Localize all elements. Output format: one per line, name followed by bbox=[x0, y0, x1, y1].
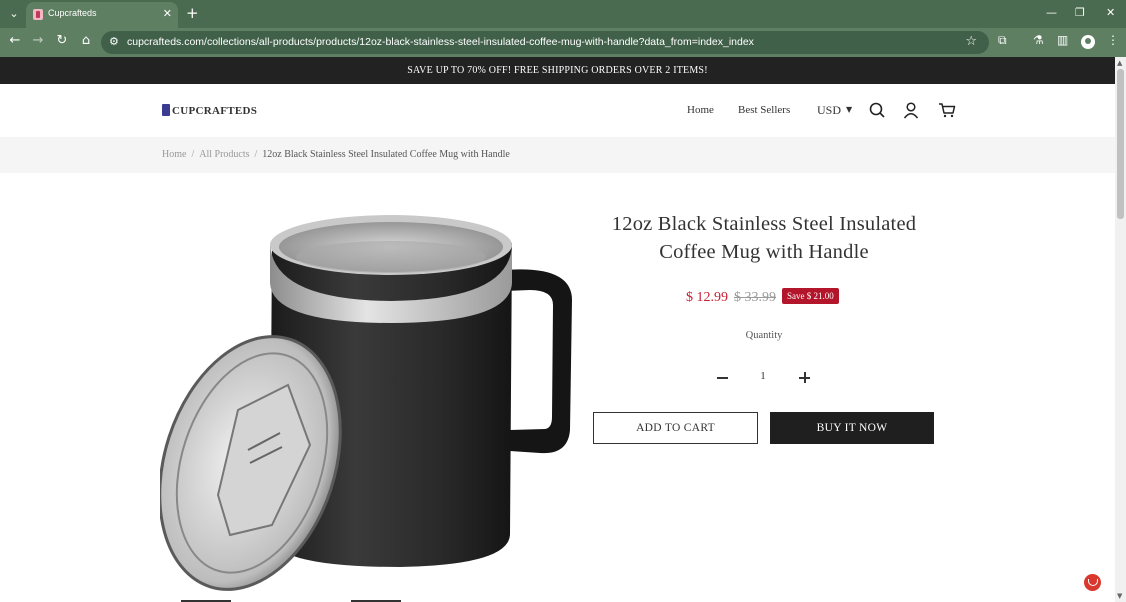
profile-avatar[interactable] bbox=[1081, 35, 1095, 49]
side-panel-icon[interactable]: ▥ bbox=[1057, 33, 1068, 47]
currency-selector[interactable]: USD ▼ bbox=[817, 103, 852, 118]
chat-widget-icon[interactable] bbox=[1084, 574, 1101, 591]
extensions-icon[interactable]: ⧉ bbox=[998, 33, 1007, 48]
price-row: $ 12.99 $ 33.99 Save $ 21.00 bbox=[686, 288, 839, 306]
sale-price: $ 12.99 bbox=[686, 290, 728, 305]
minimize-icon[interactable]: — bbox=[1046, 6, 1057, 19]
scroll-up-icon[interactable]: ▲ bbox=[1117, 59, 1122, 67]
scroll-thumb[interactable] bbox=[1117, 69, 1124, 219]
cart-icon[interactable] bbox=[938, 101, 956, 119]
new-tab-icon[interactable]: + bbox=[186, 4, 199, 22]
account-icon[interactable] bbox=[902, 101, 920, 119]
browser-tab-bar: ⌄ Cupcrafteds ✕ + — ❐ ✕ bbox=[0, 0, 1126, 28]
favicon-icon bbox=[33, 9, 43, 20]
product-image[interactable] bbox=[160, 205, 580, 602]
breadcrumb-all-products-link[interactable]: All Products bbox=[199, 149, 249, 160]
quantity-increase-button[interactable] bbox=[795, 368, 815, 388]
site-logo[interactable]: CUPCRAFTEDS bbox=[162, 104, 257, 117]
browser-toolbar: ← → ↻ ⌂ ⚙ cupcrafteds.com/collections/al… bbox=[0, 28, 1126, 57]
breadcrumb: Home / All Products / 12oz Black Stainless S… bbox=[162, 149, 510, 160]
search-icon[interactable] bbox=[868, 101, 886, 119]
nav-home-link[interactable]: Home bbox=[687, 104, 714, 116]
tab-search-icon[interactable]: ⌄ bbox=[4, 5, 24, 23]
nav-best-sellers-link[interactable]: Best Sellers bbox=[738, 104, 790, 116]
page-scrollbar[interactable]: ▲ ▼ bbox=[1115, 57, 1126, 602]
quantity-label: Quantity bbox=[745, 330, 783, 341]
breadcrumb-separator: / bbox=[254, 149, 258, 160]
buy-it-now-button[interactable]: BUY IT NOW bbox=[770, 412, 934, 444]
site-info-icon[interactable]: ⚙ bbox=[109, 35, 119, 48]
caret-down-icon: ▼ bbox=[846, 105, 853, 114]
url-text[interactable]: cupcrafteds.com/collections/all-products… bbox=[127, 36, 754, 48]
site-header: CUPCRAFTEDS Home Best Sellers USD ▼ bbox=[0, 84, 1115, 137]
product-title: 12oz Black Stainless Steel Insulated Cof… bbox=[611, 213, 917, 263]
restore-icon[interactable]: ❐ bbox=[1075, 6, 1085, 19]
breadcrumb-bar: Home / All Products / 12oz Black Stainless S… bbox=[0, 137, 1115, 173]
announcement-bar: SAVE UP TO 70% OFF! FREE SHIPPING ORDERS… bbox=[0, 57, 1115, 84]
logo-text: CUPCRAFTEDS bbox=[172, 105, 258, 117]
tab-title: Cupcrafteds bbox=[48, 8, 97, 18]
currency-value: USD bbox=[817, 103, 842, 117]
quantity-decrease-button[interactable] bbox=[713, 368, 733, 388]
lab-icon[interactable]: ⚗ bbox=[1033, 33, 1044, 47]
quantity-input[interactable] bbox=[748, 370, 778, 382]
menu-kebab-icon[interactable]: ⋮ bbox=[1107, 33, 1119, 47]
close-window-icon[interactable]: ✕ bbox=[1106, 6, 1115, 19]
address-bar[interactable]: ⚙ cupcrafteds.com/collections/all-produc… bbox=[101, 31, 989, 54]
browser-tab[interactable]: Cupcrafteds ✕ bbox=[26, 2, 178, 28]
bookmark-star-icon[interactable]: ☆ bbox=[965, 34, 977, 49]
save-badge: Save $ 21.00 bbox=[782, 288, 839, 304]
compare-price: $ 33.99 bbox=[734, 290, 776, 305]
forward-icon[interactable]: → bbox=[29, 33, 47, 48]
close-tab-icon[interactable]: ✕ bbox=[163, 7, 172, 20]
back-icon[interactable]: ← bbox=[6, 33, 24, 48]
reload-icon[interactable]: ↻ bbox=[53, 33, 71, 48]
breadcrumb-current: 12oz Black Stainless Steel Insulated Cof… bbox=[262, 149, 510, 160]
breadcrumb-separator: / bbox=[191, 149, 195, 160]
logo-cup-icon bbox=[162, 104, 170, 116]
scroll-down-icon[interactable]: ▼ bbox=[1117, 592, 1122, 600]
add-to-cart-button[interactable]: ADD TO CART bbox=[593, 412, 758, 444]
breadcrumb-home-link[interactable]: Home bbox=[162, 149, 186, 160]
home-icon[interactable]: ⌂ bbox=[77, 33, 95, 48]
